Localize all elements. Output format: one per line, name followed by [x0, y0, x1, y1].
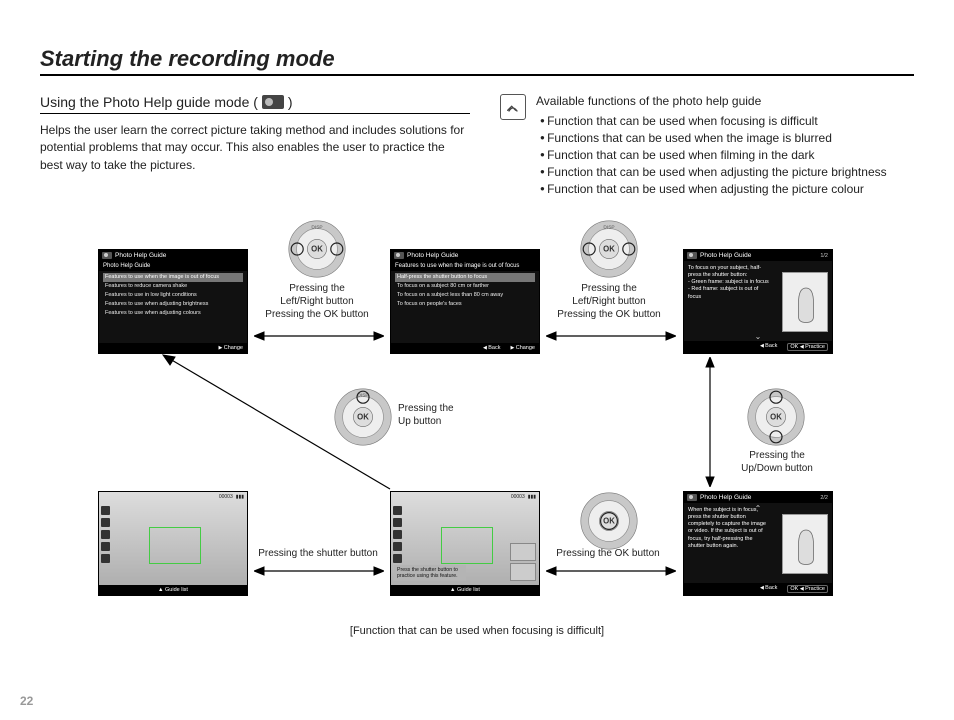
menu-item: Features to use when adjusting brightnes… [103, 300, 243, 309]
counter: 00003 [219, 494, 233, 500]
footer-practice: OK Practice [787, 585, 828, 593]
dial-label: Pressing the Up button [398, 402, 478, 428]
svg-text:OK: OK [603, 516, 615, 525]
menu-item: To focus on a subject 80 cm or farther [395, 282, 535, 291]
shutter-label: Pressing the shutter button [248, 547, 388, 560]
screen-live-preview-overlay: 00003▮▮▮ Press the shutter button to pra… [390, 491, 540, 596]
counter: 00003 [511, 494, 525, 500]
guide-body: To focus on your subject, half-press the… [684, 261, 774, 305]
note-icon [500, 94, 526, 120]
control-dial: OK DISP [287, 219, 347, 279]
screen-help-menu-2: Photo Help Guide Features to use when th… [390, 249, 540, 354]
svg-text:OK: OK [770, 412, 782, 421]
dial-label: Pressing the Left/Right button Pressing … [257, 282, 377, 321]
screen-title: Photo Help Guide [115, 252, 166, 259]
camera-icon [102, 252, 112, 259]
footer-back: Back [483, 345, 500, 351]
note-item: Function that can be used when adjusting… [540, 165, 887, 179]
screen-title: Photo Help Guide [700, 494, 751, 501]
menu-item: Features to use in low light conditions [103, 291, 243, 300]
note-item: Function that can be used when filming i… [540, 148, 887, 162]
chevron-up-icon: ⌃ [755, 504, 762, 513]
photo-help-mode-icon [262, 95, 284, 109]
dial-label: Pressing the Up/Down button [732, 449, 822, 475]
svg-text:DISP: DISP [603, 225, 614, 231]
screen-live-preview: 00003▮▮▮ ▲ Guide list [98, 491, 248, 596]
note-box: Available functions of the photo help gu… [500, 94, 914, 199]
section-heading: Using the Photo Help guide mode ( ) [40, 94, 470, 114]
screen-guide-2: Photo Help Guide 2/2 When the subject is… [683, 491, 833, 596]
note-title: Available functions of the photo help gu… [536, 94, 887, 108]
dial-label: Pressing the Left/Right button Pressing … [549, 282, 669, 321]
menu-item: To focus on a subject less than 80 cm aw… [395, 291, 535, 300]
footer-guidelist: Guide list [457, 587, 480, 593]
svg-text:OK: OK [311, 244, 323, 253]
control-dial: OK DISP [579, 219, 639, 279]
footer-change: Change [510, 345, 535, 351]
footer-back: Back [760, 343, 777, 351]
screen-subtitle: Photo Help Guide [99, 261, 247, 271]
footer-guidelist: Guide list [165, 587, 188, 593]
finger-press-illustration: ↓ [782, 272, 828, 332]
page-number: 22 [20, 694, 33, 708]
control-dial: OK [579, 491, 639, 551]
footer-back: Back [760, 585, 777, 593]
menu-item: Features to use when adjusting colours [103, 309, 243, 318]
diagram-caption: [Function that can be used when focusing… [40, 625, 914, 637]
page-title: Starting the recording mode [40, 46, 914, 76]
overlay-hint: Press the shutter button to practice usi… [394, 565, 466, 581]
note-item: Function that can be used when adjusting… [540, 182, 887, 196]
screen-subtitle: Features to use when the image is out of… [391, 261, 539, 271]
camera-icon [394, 252, 404, 259]
battery-icon: ▮▮▮ [236, 494, 244, 500]
screen-title: Photo Help Guide [407, 252, 458, 259]
flow-diagram: Photo Help Guide Photo Help Guide Featur… [40, 219, 914, 639]
page-indicator: 1/2 [820, 253, 828, 259]
menu-item: Half-press the shutter button to focus [395, 273, 535, 282]
page-indicator: 2/2 [820, 495, 828, 501]
camera-icon [687, 494, 697, 501]
camera-icon [687, 252, 697, 259]
intro-paragraph: Helps the user learn the correct picture… [40, 122, 470, 174]
svg-text:OK: OK [603, 244, 615, 253]
dial-label: Pressing the OK button [548, 547, 668, 560]
note-item: Functions that can be used when the imag… [540, 131, 887, 145]
heading-text-suf: ) [288, 94, 293, 110]
heading-text-pre: Using the Photo Help guide mode ( [40, 94, 258, 110]
footer-practice: OK Practice [787, 343, 828, 351]
screen-guide-1: Photo Help Guide 1/2 To focus on your su… [683, 249, 833, 354]
chevron-down-icon: ⌄ [755, 332, 762, 341]
menu-item: Features to reduce camera shake [103, 282, 243, 291]
control-dial: OK [746, 387, 806, 447]
finger-press-illustration: ↓ [782, 514, 828, 574]
menu-item: To focus on people's faces [395, 300, 535, 309]
note-item: Function that can be used when focusing … [540, 114, 887, 128]
svg-text:DISP: DISP [311, 225, 322, 231]
menu-item: Features to use when the image is out of… [103, 273, 243, 282]
battery-icon: ▮▮▮ [528, 494, 536, 500]
screen-title: Photo Help Guide [700, 252, 751, 259]
screen-help-menu-1: Photo Help Guide Photo Help Guide Featur… [98, 249, 248, 354]
